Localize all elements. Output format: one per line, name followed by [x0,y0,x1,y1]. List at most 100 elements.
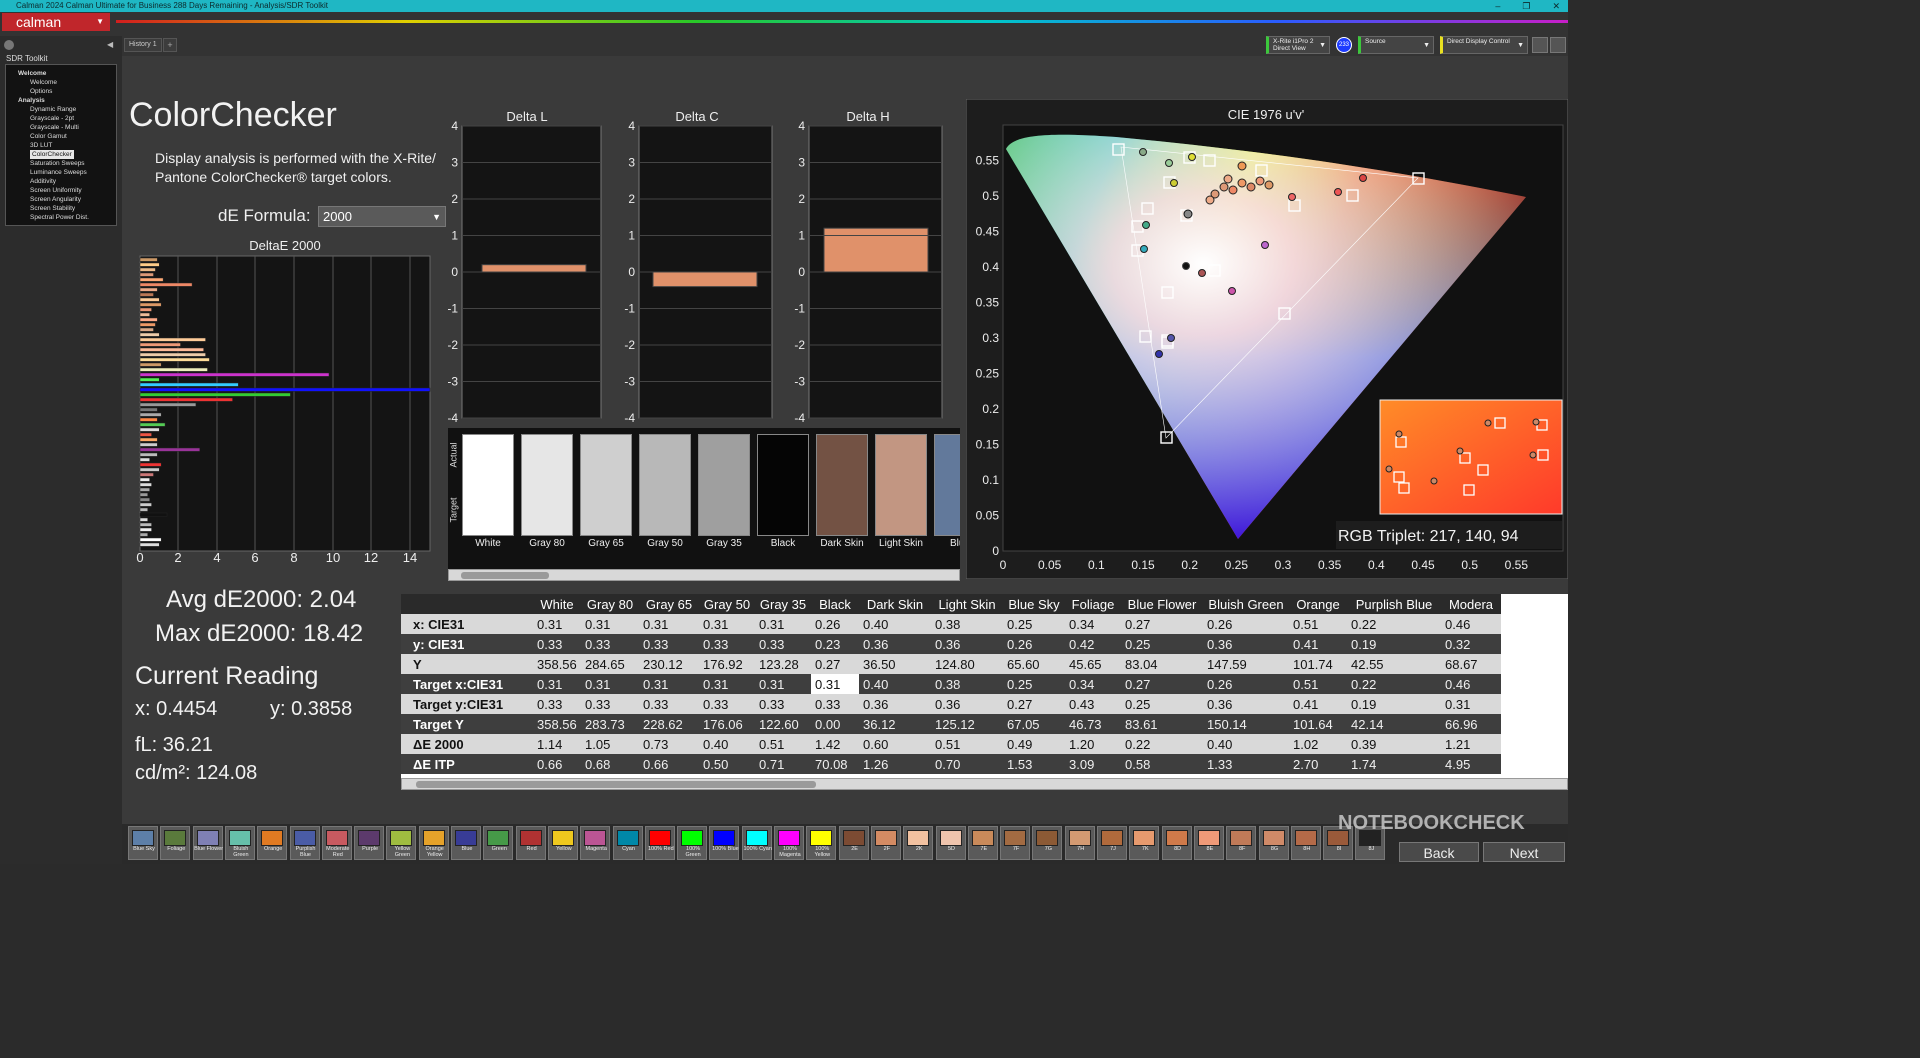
patch-button[interactable]: Foliage [160,826,191,860]
swatch[interactable] [521,434,573,536]
patch-button[interactable]: 7H [1064,826,1095,860]
tree-item-spectral-power[interactable]: Spectral Power Dist. [10,213,116,222]
table-cell[interactable]: 1.02 [1289,734,1347,754]
back-button[interactable]: Back [1399,842,1479,862]
table-cell[interactable]: 0.40 [699,734,755,754]
table-cell[interactable]: 0.33 [755,634,811,654]
patch-button[interactable]: Moderate Red [321,826,352,860]
tree-item-welcome[interactable]: Welcome [10,78,116,87]
table-cell[interactable]: 3.09 [1065,754,1121,774]
table-cell[interactable]: 1.20 [1065,734,1121,754]
scroll-thumb[interactable] [416,781,816,788]
table-cell[interactable]: 0.31 [533,674,581,694]
table-cell[interactable]: 125.12 [931,714,1003,734]
table-cell[interactable]: 0.66 [533,754,581,774]
column-header[interactable]: Dark Skin [859,594,931,614]
table-cell[interactable]: 176.06 [699,714,755,734]
table-cell[interactable]: 358.56 [533,714,581,734]
tree-item-3d-lut[interactable]: 3D LUT [10,141,116,150]
column-header[interactable]: Purplish Blue [1347,594,1441,614]
table-cell[interactable]: 0.31 [639,674,699,694]
patch-button[interactable]: Blue Flower [192,826,223,860]
table-cell[interactable]: 0.38 [931,614,1003,634]
patch-button[interactable]: 100% Red [644,826,675,860]
patch-button[interactable]: 8G [1258,826,1289,860]
table-cell[interactable]: 0.22 [1347,674,1441,694]
source-selector[interactable]: Source ▼ [1358,36,1434,54]
column-header[interactable]: Modera [1441,594,1501,614]
next-button[interactable]: Next [1483,842,1565,862]
table-cell[interactable]: 42.55 [1347,654,1441,674]
table-cell[interactable]: 123.28 [755,654,811,674]
table-cell[interactable]: 0.58 [1121,754,1203,774]
patch-button[interactable]: 7F [1000,826,1031,860]
settings-icon[interactable] [1532,37,1548,53]
table-cell[interactable]: 0.19 [1347,694,1441,714]
table-cell[interactable]: 0.31 [699,674,755,694]
table-cell[interactable]: 0.36 [859,634,931,654]
table-cell[interactable]: 0.41 [1289,634,1347,654]
swatch[interactable] [816,434,868,536]
table-cell[interactable]: 0.31 [811,674,859,694]
meter-selector[interactable]: X-Rite i1Pro 2 Direct View ▼ [1266,36,1330,54]
table-cell[interactable]: 0.33 [639,694,699,714]
swatch[interactable] [639,434,691,536]
table-cell[interactable]: 0.34 [1065,674,1121,694]
table-cell[interactable]: 0.40 [859,674,931,694]
table-cell[interactable]: 0.26 [1203,674,1289,694]
table-cell[interactable]: 176.92 [699,654,755,674]
table-cell[interactable]: 0.33 [533,694,581,714]
table-cell[interactable]: 0.27 [1121,614,1203,634]
table-scrollbar[interactable] [401,778,1568,790]
table-cell[interactable]: 0.27 [811,654,859,674]
table-cell[interactable]: 0.36 [1203,634,1289,654]
patch-button[interactable]: Orange Yellow [418,826,449,860]
gear-icon[interactable] [1550,37,1566,53]
table-cell[interactable]: 0.33 [533,634,581,654]
tree-item-screen-stability[interactable]: Screen Stability [10,204,116,213]
table-cell[interactable]: 45.65 [1065,654,1121,674]
tree-item-grayscale-multi[interactable]: Grayscale - Multi [10,123,116,132]
table-cell[interactable]: 1.74 [1347,754,1441,774]
table-cell[interactable]: 0.33 [699,634,755,654]
table-cell[interactable]: 36.12 [859,714,931,734]
de-formula-select[interactable]: 2000 ▼ [318,206,446,227]
table-cell[interactable]: 1.42 [811,734,859,754]
table-cell[interactable]: 2.70 [1289,754,1347,774]
table-cell[interactable]: 0.40 [1203,734,1289,754]
table-cell[interactable]: 0.19 [1347,634,1441,654]
patch-button[interactable]: 100% Cyan [741,826,772,860]
column-header[interactable]: Black [811,594,859,614]
tree-group-analysis[interactable]: Analysis [10,96,116,105]
tree-item-screen-angularity[interactable]: Screen Angularity [10,195,116,204]
table-cell[interactable]: 0.40 [859,614,931,634]
swatch-scrollbar[interactable] [448,569,960,581]
patch-button[interactable]: Bluish Green [224,826,255,860]
table-cell[interactable]: 0.70 [931,754,1003,774]
column-header[interactable]: Gray 80 [581,594,639,614]
add-tab-button[interactable]: + [163,38,177,52]
table-cell[interactable]: 0.00 [811,714,859,734]
table-cell[interactable]: 101.74 [1289,654,1347,674]
tree-item-colorchecker[interactable]: ColorChecker [10,150,116,159]
table-cell[interactable]: 358.56 [533,654,581,674]
table-cell[interactable]: 0.25 [1003,674,1065,694]
table-cell[interactable]: 1.53 [1003,754,1065,774]
table-cell[interactable]: 0.22 [1347,614,1441,634]
patch-button[interactable]: Yellow [547,826,578,860]
table-cell[interactable]: 83.61 [1121,714,1203,734]
patch-button[interactable]: Magenta [580,826,611,860]
table-cell[interactable]: 0.46 [1441,614,1501,634]
table-cell[interactable]: 0.41 [1289,694,1347,714]
tree-item-grayscale-2pt[interactable]: Grayscale - 2pt [10,114,116,123]
tree-item-luminance-sweeps[interactable]: Luminance Sweeps [10,168,116,177]
table-cell[interactable]: 0.50 [699,754,755,774]
column-header[interactable]: Gray 65 [639,594,699,614]
table-cell[interactable]: 1.05 [581,734,639,754]
table-cell[interactable]: 147.59 [1203,654,1289,674]
table-cell[interactable]: 0.23 [811,634,859,654]
column-header[interactable]: Bluish Green [1203,594,1289,614]
patch-button[interactable]: 100% Green [677,826,708,860]
patch-button[interactable]: 5D [935,826,966,860]
table-cell[interactable]: 150.14 [1203,714,1289,734]
